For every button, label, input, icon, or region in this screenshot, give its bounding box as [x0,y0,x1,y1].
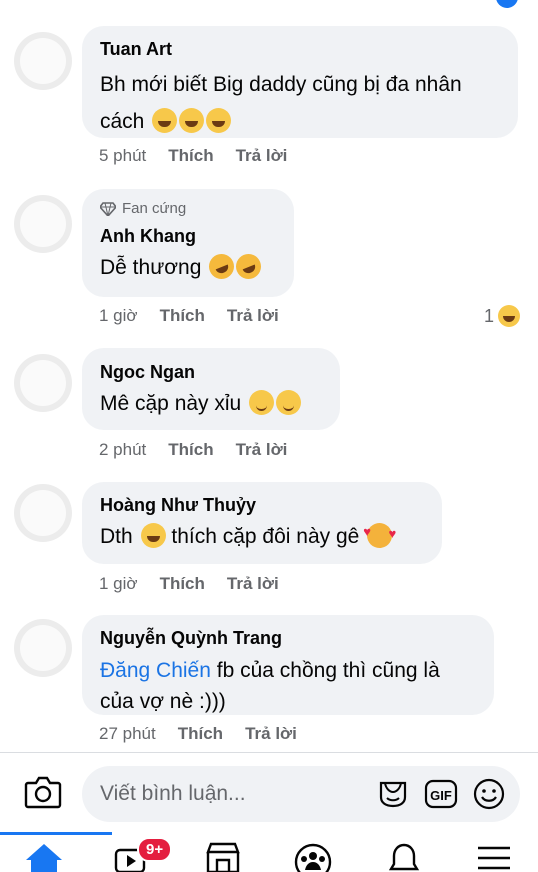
comment-text: Dth thích cặp đôi này gê [100,517,424,552]
home-icon[interactable] [24,842,64,872]
comment-meta: 27 phút Thích Trả lời [99,724,297,744]
comment-meta: 5 phút Thích Trả lời [99,146,287,166]
like-button[interactable]: Thích [168,440,213,460]
avatar[interactable] [14,619,72,677]
reply-button[interactable]: Trả lời [236,146,288,166]
bottom-tab-bar: 9+ [0,832,538,872]
comment-author[interactable]: Nguyễn Quỳnh Trang [100,627,476,649]
comment-time[interactable]: 2 phút [99,440,146,460]
reply-button[interactable]: Trả lời [227,306,279,326]
mention-link[interactable]: Đăng Chiến [100,659,211,682]
comment-author[interactable]: Hoàng Như Thuỷy [100,494,424,516]
comment-time[interactable]: 5 phút [99,146,146,166]
fan-badge: Fan cứng [100,200,276,217]
comment-text: Bh mới biết Big daddy cũng bị đa nhân cá… [100,73,462,133]
sticker-icon[interactable] [376,777,410,811]
comment-time[interactable]: 1 giờ [99,574,138,594]
comment-bubble[interactable]: Fan cứng Anh Khang Dễ thương [82,189,294,297]
comment-meta: 1 giờ Thích Trả lời [99,306,279,326]
laughing-tears-icon [152,108,178,133]
comment-meta: 2 phút Thích Trả lời [99,440,287,460]
smiling-blush-icon [249,390,275,415]
laughing-tears-icon [206,108,232,133]
watch-badge: 9+ [137,837,173,862]
avatar[interactable] [14,32,72,90]
reaction-summary[interactable]: 1 [484,305,520,327]
like-button[interactable]: Thích [160,574,205,594]
reply-button[interactable]: Trả lời [227,574,279,594]
comment-author[interactable]: Anh Khang [100,225,276,247]
comment-bubble[interactable]: Tuan Art Bh mới biết Big daddy cũng bị đ… [82,26,518,138]
comment-time[interactable]: 27 phút [99,724,156,744]
avatar[interactable] [14,354,72,412]
like-button[interactable]: Thích [168,146,213,166]
svg-text:GIF: GIF [430,788,452,803]
comment-time[interactable]: 1 giờ [99,306,138,326]
comment-text: Đăng Chiến fb của chồng thì cũng là của … [100,659,440,713]
camera-icon[interactable] [24,775,62,809]
active-tab-indicator [0,832,112,835]
smiling-hearts-icon [363,517,396,549]
gif-icon[interactable]: GIF [424,777,458,811]
rolling-laughing-icon [205,250,239,283]
marketplace-icon[interactable] [203,842,243,872]
comment-text: Mê cặp này xỉu [100,389,322,419]
comment-author[interactable]: Tuan Art [100,38,500,60]
comment-composer: Viết bình luận... GIF [0,752,538,833]
smiling-blush-icon [276,390,302,415]
reaction-icon [496,0,518,8]
reply-button[interactable]: Trả lời [245,724,297,744]
comment-bubble[interactable]: Nguyễn Quỳnh Trang Đăng Chiến fb của chồ… [82,615,494,715]
comment-input[interactable]: Viết bình luận... GIF [82,766,520,822]
reaction-count: 1 [483,305,494,326]
like-button[interactable]: Thích [160,306,205,326]
laughing-tears-icon [179,108,205,133]
comment-meta: 1 giờ Thích Trả lời [99,574,279,594]
comment-bubble[interactable]: Hoàng Như Thuỷy Dth thích cặp đôi này gê [82,482,442,564]
comment-placeholder: Viết bình luận... [100,782,246,805]
avatar[interactable] [14,484,72,542]
haha-reaction-icon [498,305,520,327]
menu-icon[interactable] [474,842,514,872]
avatar[interactable] [14,195,72,253]
reply-button[interactable]: Trả lời [236,440,288,460]
like-button[interactable]: Thích [178,724,223,744]
comment-text: Dễ thương [100,250,276,283]
laughing-tears-icon [140,523,166,548]
notifications-icon[interactable] [384,842,424,872]
rolling-laughing-icon [232,250,266,283]
groups-icon[interactable] [293,842,333,872]
comment-author[interactable]: Ngoc Ngan [100,361,322,383]
emoji-icon[interactable] [472,777,506,811]
comment-bubble[interactable]: Ngoc Ngan Mê cặp này xỉu [82,348,340,430]
diamond-icon [100,201,116,216]
previous-comment-fragment [0,0,538,8]
